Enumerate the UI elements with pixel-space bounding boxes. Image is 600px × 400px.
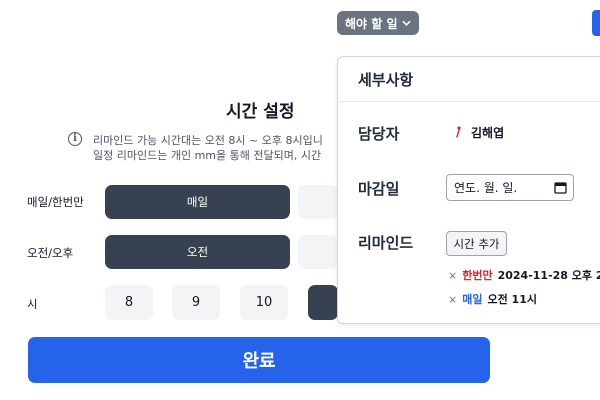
option-daily-button[interactable]: 매일 xyxy=(105,185,290,219)
reminder-value: 2024-11-28 오후 2시 xyxy=(497,269,600,282)
daily-once-label: 매일/한번만 xyxy=(27,195,84,209)
add-time-button[interactable]: 시간 추가 xyxy=(446,231,507,256)
details-title: 세부사항 xyxy=(358,71,414,89)
hour-8-button[interactable]: 8 xyxy=(105,285,153,320)
deadline-date-input[interactable]: 연도. 월. 일. xyxy=(446,174,574,201)
date-placeholder: 연도. 월. 일. xyxy=(454,181,518,195)
chevron-down-icon xyxy=(402,20,410,26)
calendar-icon[interactable] xyxy=(554,181,567,194)
info-text-line-2: 일정 리마인드는 개인 mm을 통해 전달되며, 시간 xyxy=(93,149,322,162)
option-am-button[interactable]: 오전 xyxy=(105,235,290,269)
option-once-button[interactable] xyxy=(298,185,338,219)
top-right-button[interactable] xyxy=(592,10,600,36)
option-pm-button[interactable] xyxy=(298,235,338,269)
reminder-item: × 한번만 2024-11-28 오후 2시 xyxy=(448,267,600,283)
hour-label: 시 xyxy=(27,297,38,311)
assignee-name: 김해엽 xyxy=(471,126,505,140)
remove-reminder-icon[interactable]: × xyxy=(448,269,457,282)
hour-11-button[interactable] xyxy=(308,285,338,320)
reminder-type: 매일 xyxy=(462,293,483,306)
done-button[interactable]: 완료 xyxy=(28,337,490,383)
assignee-label: 담당자 xyxy=(358,125,400,143)
todo-status-label: 해야 할 일 xyxy=(345,16,398,31)
remind-label: 리마인드 xyxy=(358,234,414,252)
todo-status-dropdown[interactable]: 해야 할 일 xyxy=(337,11,419,35)
person-icon xyxy=(456,126,461,138)
time-setting-title: 시간 설정 xyxy=(226,102,295,122)
info-icon: i xyxy=(68,132,82,146)
reminder-value: 오전 11시 xyxy=(487,293,537,306)
hour-10-button[interactable]: 10 xyxy=(240,285,288,320)
reminder-item: × 매일 오전 11시 xyxy=(448,291,537,307)
info-text-line-1: 리마인드 가능 시간대는 오전 8시 ~ 오후 8시입니 xyxy=(93,134,323,147)
screen: 시간 설정 i 리마인드 가능 시간대는 오전 8시 ~ 오후 8시입니 일정 … xyxy=(0,0,600,400)
details-card: 세부사항 담당자 김해엽 마감일 연도. 월. 일. 리마인드 시간 추가 × … xyxy=(337,56,600,324)
hour-9-button[interactable]: 9 xyxy=(172,285,220,320)
am-pm-label: 오전/오후 xyxy=(27,246,74,260)
details-card-header: 세부사항 xyxy=(338,57,600,102)
remove-reminder-icon[interactable]: × xyxy=(448,293,457,306)
reminder-type: 한번만 xyxy=(462,269,493,282)
deadline-label: 마감일 xyxy=(358,180,400,198)
